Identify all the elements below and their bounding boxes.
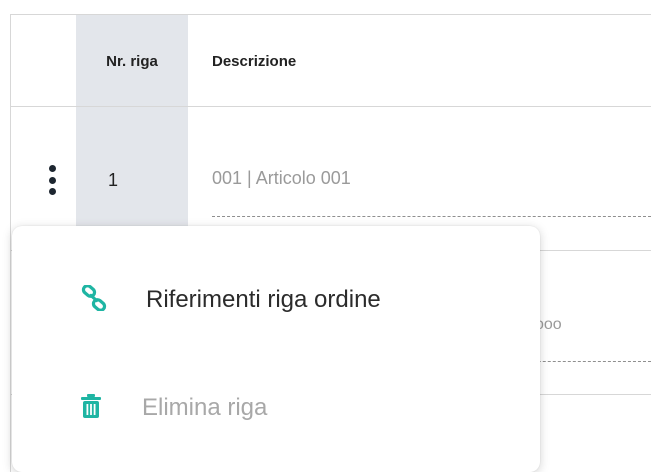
row-number: 1: [108, 170, 119, 190]
row-actions-kebab-icon[interactable]: [45, 163, 59, 197]
row-description-input[interactable]: 001 | Articolo 001: [212, 168, 351, 189]
menu-item-delete-row[interactable]: Elimina riga: [12, 381, 540, 437]
column-header-description[interactable]: Descrizione: [212, 15, 632, 107]
menu-item-label: Riferimenti riga ordine: [146, 286, 381, 313]
row-context-menu: Riferimenti riga ordine Elimina riga: [12, 226, 540, 472]
column-header-nr[interactable]: Nr. riga: [76, 15, 188, 107]
link-icon: [78, 282, 110, 314]
grid-left-border: [10, 14, 11, 472]
trash-icon: [80, 391, 102, 421]
menu-item-label: Elimina riga: [142, 394, 268, 421]
menu-item-order-line-references[interactable]: Riferimenti riga ordine: [12, 272, 540, 328]
row-description-underline: [212, 216, 651, 217]
